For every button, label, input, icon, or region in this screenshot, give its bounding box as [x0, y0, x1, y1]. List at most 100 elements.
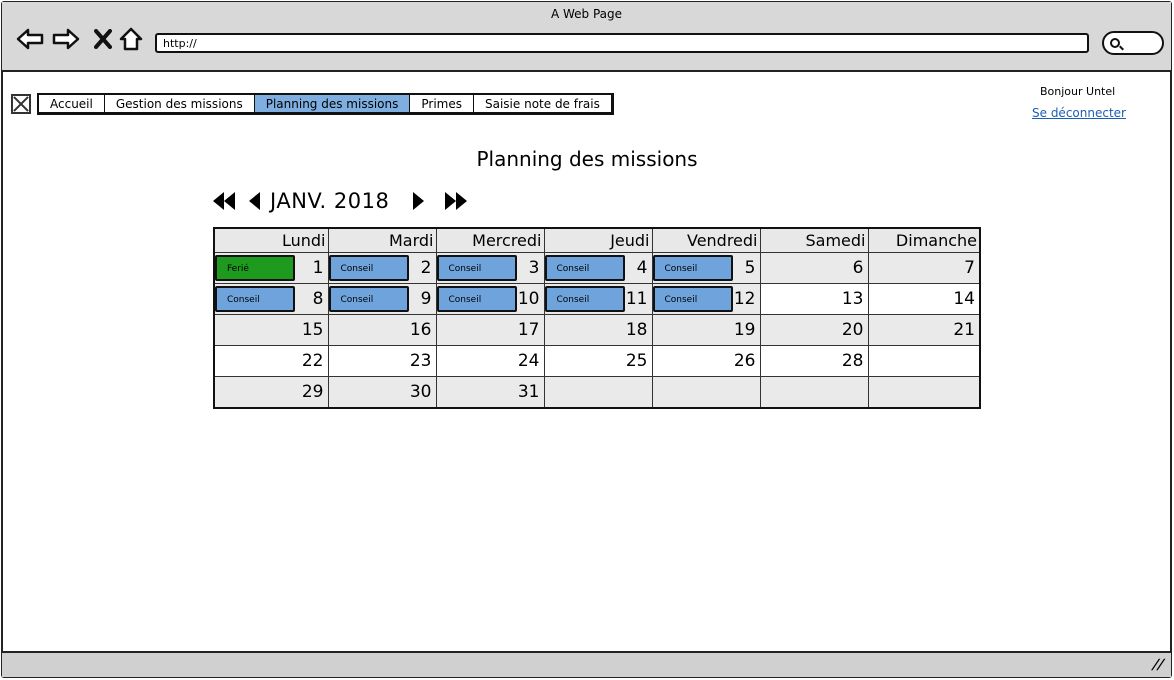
next-year-button[interactable]: [445, 192, 468, 210]
day-number: 31: [517, 381, 540, 402]
calendar-day-cell[interactable]: [867, 344, 981, 377]
mission-event[interactable]: Conseil: [652, 254, 733, 281]
calendar-day-cell[interactable]: Conseil 4: [543, 251, 653, 284]
calendar-day-cell[interactable]: 18: [543, 313, 653, 346]
day-number: 15: [301, 319, 324, 340]
calendar-day-cell[interactable]: 7: [867, 251, 981, 284]
weekday-header: Mercredi: [435, 227, 545, 253]
calendar-day-cell[interactable]: 30: [327, 375, 437, 408]
day-cell-content: [761, 377, 864, 407]
day-number: 22: [301, 350, 324, 371]
day-cell-content: 16: [329, 315, 432, 345]
right-arrow-icon: [413, 192, 425, 210]
day-cell-content: Conseil 4: [544, 253, 648, 283]
calendar-day-cell[interactable]: 23: [327, 344, 437, 377]
calendar-day-cell[interactable]: [543, 375, 653, 408]
forward-icon[interactable]: [51, 26, 81, 52]
calendar-day-cell[interactable]: 20: [759, 313, 869, 346]
calendar-day-cell[interactable]: 16: [327, 313, 437, 346]
calendar-day-cell[interactable]: Conseil 10: [435, 282, 545, 315]
calendar-day-cell[interactable]: Conseil 2: [327, 251, 437, 284]
day-number: 20: [841, 319, 864, 340]
day-cell-content: 30: [329, 377, 432, 407]
calendar-day-cell[interactable]: 14: [867, 282, 981, 315]
calendar-day-cell[interactable]: [651, 375, 761, 408]
holiday-event[interactable]: Ferié: [215, 254, 295, 281]
calendar-day-cell[interactable]: Conseil 9: [327, 282, 437, 315]
day-number: 21: [953, 319, 975, 340]
day-cell-content: 19: [653, 315, 756, 345]
calendar-day-cell[interactable]: 13: [759, 282, 869, 315]
resize-grip-icon[interactable]: //: [1150, 657, 1166, 673]
calendar-day-cell[interactable]: 31: [435, 375, 545, 408]
weekday-header: Samedi: [759, 227, 869, 253]
calendar-day-cell[interactable]: Conseil 3: [435, 251, 545, 284]
day-number: 24: [517, 350, 540, 371]
mission-event[interactable]: Conseil: [436, 285, 517, 312]
prev-year-button[interactable]: [213, 192, 235, 210]
double-left-arrow-icon: [213, 192, 224, 210]
calendar-day-cell[interactable]: Ferié 1: [213, 251, 329, 284]
calendar-day-cell[interactable]: 21: [867, 313, 981, 346]
weekday-header: Dimanche: [867, 227, 981, 253]
url-input[interactable]: http://: [155, 33, 1089, 53]
mission-event[interactable]: Conseil: [328, 285, 409, 312]
calendar-day-cell[interactable]: 28: [759, 344, 869, 377]
weekday-header: Vendredi: [651, 227, 761, 253]
weekday-header-row: Lundi Mardi Mercredi Jeudi Vendredi Same…: [213, 227, 981, 253]
tab-gestion-missions[interactable]: Gestion des missions: [105, 95, 255, 112]
calendar-grid: Lundi Mardi Mercredi Jeudi Vendredi Same…: [213, 227, 981, 409]
stop-icon[interactable]: [88, 26, 118, 52]
calendar-day-cell[interactable]: 17: [435, 313, 545, 346]
mission-event[interactable]: Conseil: [544, 254, 625, 281]
search-button[interactable]: [1102, 31, 1164, 55]
day-number: 16: [409, 319, 432, 340]
day-cell-content: 28: [761, 346, 864, 376]
tab-primes[interactable]: Primes: [410, 95, 474, 112]
month-label: JANV. 2018: [270, 189, 390, 213]
calendar-day-cell[interactable]: 19: [651, 313, 761, 346]
tab-planning-missions[interactable]: Planning des missions: [254, 95, 411, 112]
day-cell-content: 23: [329, 346, 432, 376]
calendar-day-cell[interactable]: 26: [651, 344, 761, 377]
home-icon[interactable]: [116, 26, 146, 52]
search-icon: [1110, 38, 1120, 48]
day-cell-content: Conseil 2: [328, 253, 432, 283]
calendar-day-cell[interactable]: 24: [435, 344, 545, 377]
calendar-day-cell[interactable]: [867, 375, 981, 408]
calendar-day-cell[interactable]: 22: [213, 344, 329, 377]
calendar-day-cell[interactable]: 29: [213, 375, 329, 408]
prev-month-button[interactable]: [249, 192, 260, 210]
calendar-day-cell[interactable]: Conseil 5: [651, 251, 761, 284]
calendar-day-cell[interactable]: Conseil 8: [213, 282, 329, 315]
day-cell-content: 13: [761, 284, 864, 314]
calendar-day-cell[interactable]: [759, 375, 869, 408]
logout-link[interactable]: Se déconnecter: [1032, 106, 1126, 120]
calendar-day-cell[interactable]: Conseil 11: [543, 282, 653, 315]
mission-event[interactable]: Conseil: [544, 285, 625, 312]
day-number: 23: [409, 350, 432, 371]
day-cell-content: Conseil 8: [215, 284, 324, 314]
calendar-day-cell[interactable]: Conseil 12: [651, 282, 761, 315]
mission-event[interactable]: Conseil: [436, 254, 517, 281]
back-icon[interactable]: [15, 26, 45, 52]
tab-saisie-note-frais[interactable]: Saisie note de frais: [474, 95, 611, 112]
close-icon[interactable]: [11, 94, 31, 114]
tab-accueil[interactable]: Accueil: [39, 95, 105, 112]
day-cell-content: 6: [761, 253, 864, 283]
day-cell-content: 22: [215, 346, 324, 376]
day-cell-content: Conseil 9: [328, 284, 432, 314]
calendar-day-cell[interactable]: 6: [759, 251, 869, 284]
weekday-header: Mardi: [327, 227, 437, 253]
window-title: A Web Page: [550, 7, 623, 21]
double-left-arrow-icon-part: [224, 192, 235, 210]
day-number: 2: [420, 257, 432, 278]
calendar-day-cell[interactable]: 15: [213, 313, 329, 346]
mission-event[interactable]: Conseil: [328, 254, 409, 281]
mission-event[interactable]: Conseil: [652, 285, 733, 312]
mission-event[interactable]: Conseil: [215, 285, 295, 312]
day-number: 18: [625, 319, 648, 340]
day-number: 4: [636, 257, 648, 278]
calendar-day-cell[interactable]: 25: [543, 344, 653, 377]
next-month-button[interactable]: [413, 192, 425, 210]
